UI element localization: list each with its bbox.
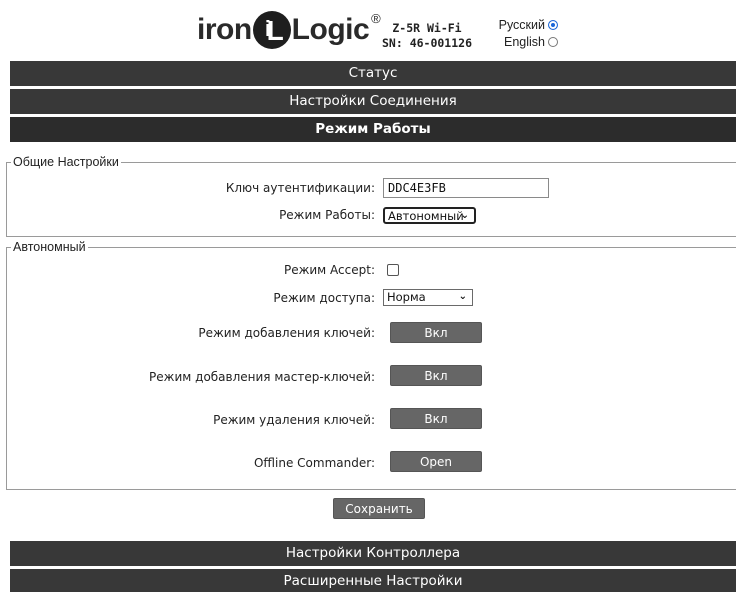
general-settings-legend: Общие Настройки bbox=[13, 155, 119, 169]
section-advanced-settings[interactable]: Расширенные Настройки bbox=[10, 569, 736, 592]
language-label-ru: Русский bbox=[498, 18, 545, 32]
access-mode-label: Режим доступа: bbox=[273, 291, 375, 305]
language-option-en[interactable]: English bbox=[480, 34, 558, 51]
auth-key-label: Ключ аутентификации: bbox=[225, 181, 375, 195]
radio-ru[interactable] bbox=[548, 20, 558, 30]
access-mode-value: Норма bbox=[387, 290, 426, 304]
offline-commander-label: Offline Commander: bbox=[253, 456, 375, 470]
device-model: Z-5R Wi-Fi bbox=[392, 21, 462, 35]
registered-mark: ® bbox=[371, 10, 381, 26]
add-keys-label: Режим добавления ключей: bbox=[198, 326, 375, 340]
autonomous-group: Автономный bbox=[6, 240, 736, 490]
delete-keys-button[interactable]: Вкл bbox=[390, 408, 482, 429]
work-mode-select[interactable]: Автономный ⌄ bbox=[383, 207, 476, 224]
delete-keys-label: Режим удаления ключей: bbox=[213, 413, 375, 427]
offline-commander-button[interactable]: Open bbox=[390, 451, 482, 472]
chevron-down-icon: ⌄ bbox=[460, 210, 469, 221]
section-work-mode[interactable]: Режим Работы bbox=[10, 117, 736, 142]
general-settings-group: Общие Настройки bbox=[6, 155, 736, 237]
accept-mode-label: Режим Accept: bbox=[283, 263, 375, 277]
section-status[interactable]: Статус bbox=[10, 61, 736, 86]
device-serial: SN: 46-001126 bbox=[382, 36, 473, 50]
auth-key-input[interactable]: DDC4E3FB bbox=[383, 178, 549, 198]
add-master-keys-button[interactable]: Вкл bbox=[390, 365, 482, 386]
add-master-keys-label: Режим добавления мастер-ключей: bbox=[149, 370, 375, 384]
logo-text-logic: Logic bbox=[291, 13, 370, 46]
language-selector: Русский English bbox=[480, 17, 558, 51]
access-mode-select[interactable]: Норма ⌄ bbox=[383, 289, 473, 306]
chevron-down-icon: ⌄ bbox=[458, 291, 467, 302]
device-info: Z-5R Wi-Fi SN: 46-001126 bbox=[382, 21, 472, 51]
work-mode-label: Режим Работы: bbox=[279, 208, 375, 222]
radio-en[interactable] bbox=[548, 37, 558, 47]
work-mode-value: Автономный bbox=[388, 209, 464, 223]
autonomous-legend: Автономный bbox=[13, 240, 86, 254]
ironlogic-logo: iron i L Logic ® bbox=[197, 10, 381, 50]
language-option-ru[interactable]: Русский bbox=[480, 17, 558, 34]
language-label-en: English bbox=[504, 35, 545, 49]
save-button[interactable]: Сохранить bbox=[333, 498, 425, 519]
add-keys-button[interactable]: Вкл bbox=[390, 322, 482, 343]
section-connection-settings[interactable]: Настройки Соединения bbox=[10, 89, 736, 114]
logo-mark: i L bbox=[252, 11, 291, 49]
logo-text-iron: iron bbox=[197, 13, 252, 46]
accept-mode-checkbox[interactable] bbox=[387, 264, 399, 276]
section-controller-settings[interactable]: Настройки Контроллера bbox=[10, 541, 736, 566]
